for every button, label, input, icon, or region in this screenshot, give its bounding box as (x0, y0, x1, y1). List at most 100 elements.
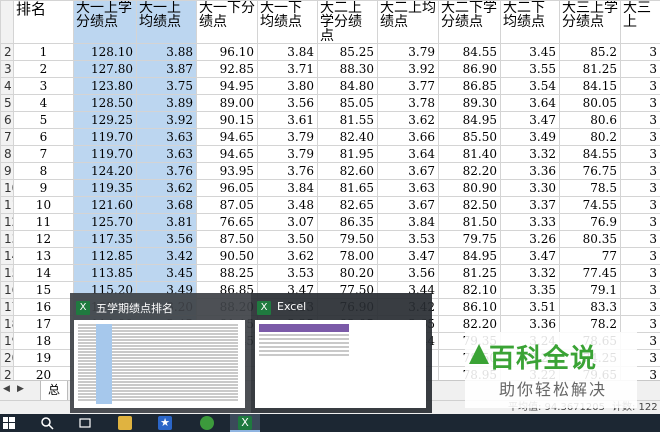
grid-cell[interactable]: 3 (621, 316, 660, 333)
header-y1t2-score[interactable]: 大一下分绩点 (197, 1, 258, 44)
rank-cell[interactable]: 16 (14, 299, 74, 316)
browser-icon[interactable] (200, 416, 214, 430)
grid-cell[interactable]: 3.67 (378, 197, 439, 214)
grid-cell[interactable]: 3.66 (378, 129, 439, 146)
grid-cell[interactable]: 84.55 (439, 44, 501, 61)
grid-cell[interactable]: 112.85 (74, 248, 137, 265)
grid-cell[interactable]: 3.84 (378, 214, 439, 231)
grid-cell[interactable]: 88.25 (197, 265, 258, 282)
rank-cell[interactable]: 3 (14, 78, 74, 95)
row-header[interactable]: 2 (1, 44, 14, 61)
grid-cell[interactable]: 94.65 (197, 129, 258, 146)
grid-cell[interactable]: 85.05 (318, 95, 378, 112)
grid-cell[interactable]: 82.40 (318, 129, 378, 146)
grid-cell[interactable]: 3.47 (378, 248, 439, 265)
grid-cell[interactable]: 3 (621, 180, 660, 197)
grid-cell[interactable]: 117.35 (74, 231, 137, 248)
grid-cell[interactable]: 3.63 (137, 129, 197, 146)
grid-cell[interactable]: 3 (621, 78, 660, 95)
grid-cell[interactable]: 81.55 (318, 112, 378, 129)
rank-cell[interactable]: 9 (14, 180, 74, 197)
tab-prev-arrow-icon[interactable]: ◀ (3, 384, 10, 394)
grid-cell[interactable]: 80.05 (560, 95, 621, 112)
grid-cell[interactable]: 80.2 (560, 129, 621, 146)
grid-cell[interactable]: 96.10 (197, 44, 258, 61)
grid-cell[interactable]: 3.76 (258, 163, 318, 180)
grid-cell[interactable]: 3 (621, 112, 660, 129)
grid-cell[interactable]: 82.65 (318, 197, 378, 214)
grid-cell[interactable]: 3 (621, 197, 660, 214)
grid-cell[interactable]: 3.53 (258, 265, 318, 282)
grid-cell[interactable]: 3.36 (501, 316, 560, 333)
sheet-tab-active[interactable]: 总 (40, 381, 68, 401)
header-y1t1-score[interactable]: 大一上学分绩点 (74, 1, 137, 44)
rank-cell[interactable]: 10 (14, 197, 74, 214)
grid-cell[interactable]: 3.56 (258, 95, 318, 112)
thumbnail-window-2[interactable]: X Excel (251, 293, 432, 413)
grid-cell[interactable]: 81.40 (439, 146, 501, 163)
grid-cell[interactable]: 83.3 (560, 299, 621, 316)
grid-cell[interactable]: 86.10 (439, 299, 501, 316)
rank-cell[interactable]: 11 (14, 214, 74, 231)
grid-cell[interactable]: 3.26 (501, 231, 560, 248)
grid-cell[interactable]: 3 (621, 214, 660, 231)
grid-cell[interactable]: 94.65 (197, 146, 258, 163)
grid-cell[interactable]: 96.05 (197, 180, 258, 197)
rank-cell[interactable]: 20 (14, 367, 74, 381)
grid-cell[interactable]: 77 (560, 248, 621, 265)
grid-cell[interactable]: 74.55 (560, 197, 621, 214)
grid-cell[interactable]: 3.49 (501, 129, 560, 146)
grid-cell[interactable]: 3 (621, 95, 660, 112)
row-header[interactable]: 8 (1, 146, 14, 163)
grid-cell[interactable]: 87.50 (197, 231, 258, 248)
rank-cell[interactable]: 19 (14, 350, 74, 367)
grid-cell[interactable]: 3.67 (378, 163, 439, 180)
thumbnail-window-1[interactable]: X 五学期绩点排名 (70, 293, 251, 413)
file-explorer-icon[interactable] (118, 416, 132, 430)
grid-cell[interactable]: 92.85 (197, 61, 258, 78)
grid-cell[interactable]: 129.25 (74, 112, 137, 129)
grid-cell[interactable]: 76.9 (560, 214, 621, 231)
task-view-icon[interactable] (78, 416, 92, 430)
grid-cell[interactable]: 3 (621, 231, 660, 248)
grid-cell[interactable]: 3.62 (137, 180, 197, 197)
row-header[interactable]: 11 (1, 197, 14, 214)
grid-cell[interactable]: 3.51 (501, 299, 560, 316)
grid-cell[interactable]: 128.10 (74, 44, 137, 61)
rank-cell[interactable]: 18 (14, 333, 74, 350)
header-rank[interactable]: 排名 (14, 1, 74, 44)
row-header[interactable]: 21 (1, 367, 14, 381)
grid-cell[interactable]: 3.53 (378, 231, 439, 248)
grid-cell[interactable]: 93.95 (197, 163, 258, 180)
grid-cell[interactable]: 3 (621, 282, 660, 299)
grid-cell[interactable]: 3.81 (137, 214, 197, 231)
grid-cell[interactable]: 3.92 (137, 112, 197, 129)
rank-cell[interactable]: 4 (14, 95, 74, 112)
grid-cell[interactable]: 3.07 (258, 214, 318, 231)
grid-cell[interactable]: 3.75 (137, 78, 197, 95)
grid-cell[interactable]: 3 (621, 163, 660, 180)
grid-cell[interactable]: 3.33 (501, 214, 560, 231)
grid-cell[interactable]: 79.50 (318, 231, 378, 248)
header-y2t2-gpa[interactable]: 大二下均绩点 (501, 1, 560, 44)
grid-cell[interactable]: 128.50 (74, 95, 137, 112)
row-header[interactable]: 14 (1, 248, 14, 265)
grid-cell[interactable]: 3 (621, 299, 660, 316)
row-header[interactable]: 13 (1, 231, 14, 248)
grid-cell[interactable]: 85.50 (439, 129, 501, 146)
grid-cell[interactable]: 3.35 (501, 282, 560, 299)
grid-cell[interactable]: 85.2 (560, 44, 621, 61)
grid-cell[interactable]: 87.05 (197, 197, 258, 214)
grid-cell[interactable]: 3 (621, 129, 660, 146)
grid-cell[interactable]: 3.89 (137, 95, 197, 112)
grid-cell[interactable]: 3 (621, 44, 660, 61)
header-y1t1-gpa[interactable]: 大一上均绩点 (137, 1, 197, 44)
grid-cell[interactable]: 80.20 (318, 265, 378, 282)
grid-cell[interactable]: 113.85 (74, 265, 137, 282)
grid-cell[interactable]: 3 (621, 248, 660, 265)
grid-cell[interactable]: 86.85 (439, 78, 501, 95)
grid-cell[interactable]: 80.6 (560, 112, 621, 129)
grid-cell[interactable]: 88.30 (318, 61, 378, 78)
grid-cell[interactable]: 3.62 (378, 112, 439, 129)
grid-cell[interactable]: 3.84 (258, 44, 318, 61)
